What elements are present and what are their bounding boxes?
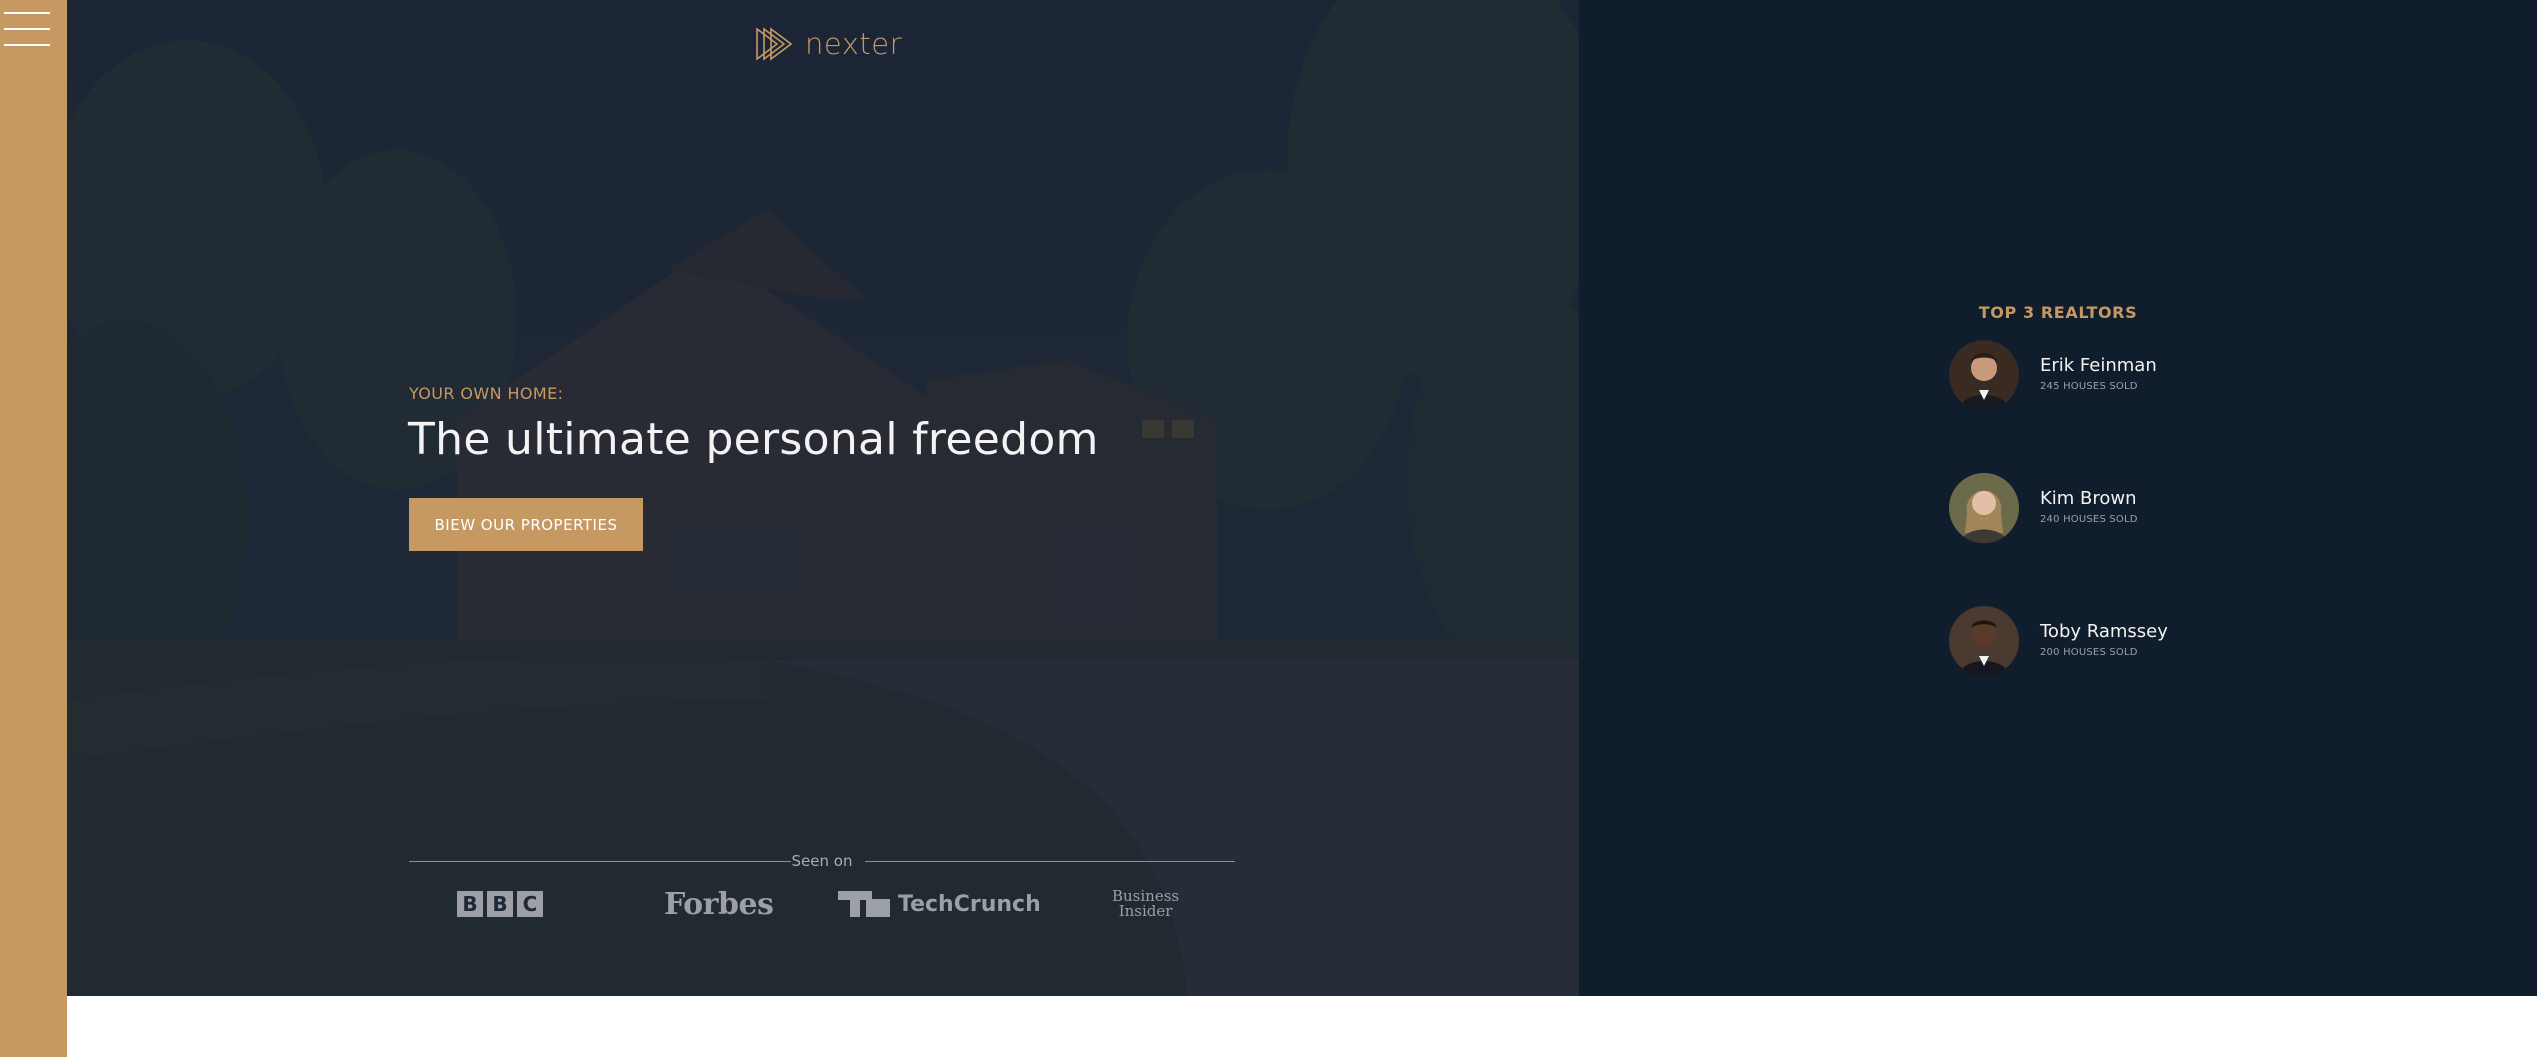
realtor-card[interactable]: Kim Brown 240 HOUSES SOLD — [1949, 473, 2138, 543]
hero-title: The ultimate personal freedom — [408, 414, 1099, 465]
realtors-panel: TOP 3 REALTORS Erik Feinman 245 HOUSES S… — [1579, 0, 2537, 996]
realtor-photo-kim — [1949, 473, 2019, 543]
business-insider-line2: Insider — [1118, 902, 1173, 920]
view-properties-button[interactable]: BIEW OUR PROPERTIES — [409, 498, 643, 551]
forbes-logo: Forbes — [664, 886, 774, 922]
realtor-card[interactable]: Toby Ramssey 200 HOUSES SOLD — [1949, 606, 2168, 676]
logo[interactable]: nexter — [755, 24, 902, 64]
realtor-info: Kim Brown 240 HOUSES SOLD — [2040, 488, 2138, 525]
realtor-info: Erik Feinman 245 HOUSES SOLD — [2040, 355, 2157, 392]
seen-on-divider: Seen on — [409, 850, 1235, 872]
realtor-sold: 245 HOUSES SOLD — [2040, 380, 2138, 392]
hero-subtitle: YOUR OWN HOME: — [409, 384, 564, 403]
sidebar — [0, 0, 67, 1057]
hamburger-menu-icon[interactable] — [4, 10, 50, 50]
bbc-logo: B B C — [457, 882, 543, 926]
menu-line — [4, 28, 50, 30]
realtor-name: Erik Feinman — [2040, 354, 2157, 376]
techcrunch-logo: TechCrunch — [838, 882, 1041, 926]
business-insider-logo: Business Insider — [1112, 882, 1179, 926]
bbc-letter: B — [487, 891, 513, 917]
bbc-letter: C — [517, 891, 543, 917]
realtor-sold: 240 HOUSES SOLD — [2040, 513, 2138, 525]
realtor-name: Kim Brown — [2040, 487, 2137, 509]
menu-line — [4, 44, 50, 46]
logo-text: nexter — [805, 27, 903, 61]
house-photo — [67, 0, 1579, 996]
techcrunch-mark-icon — [838, 891, 890, 917]
realtor-card[interactable]: Erik Feinman 245 HOUSES SOLD — [1949, 340, 2157, 410]
realtor-name: Toby Ramssey — [2040, 620, 2168, 642]
play-triangles-icon — [756, 27, 793, 61]
bbc-letter: B — [457, 891, 483, 917]
realtor-photo-erik — [1949, 340, 2019, 410]
realtor-photo-toby — [1949, 606, 2019, 676]
realtor-info: Toby Ramssey 200 HOUSES SOLD — [2040, 621, 2168, 658]
next-section — [67, 996, 2537, 1057]
realtors-title: TOP 3 REALTORS — [1978, 303, 2138, 322]
divider-line — [865, 861, 1235, 862]
techcrunch-text: TechCrunch — [898, 891, 1041, 917]
realtor-sold: 200 HOUSES SOLD — [2040, 646, 2138, 658]
menu-line — [4, 12, 50, 14]
hero-section: nexter YOUR OWN HOME: The ultimate perso… — [67, 0, 1579, 996]
